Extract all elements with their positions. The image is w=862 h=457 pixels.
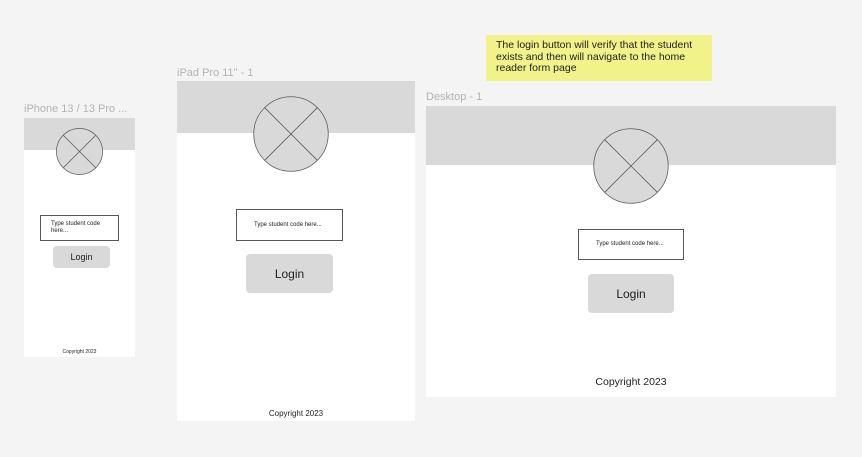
sticky-note[interactable]: The login button will verify that the st… bbox=[486, 35, 712, 81]
login-button[interactable]: Login bbox=[246, 254, 333, 293]
desktop-frame: Type student code here... Login Copyrigh… bbox=[426, 106, 836, 397]
login-button[interactable]: Login bbox=[53, 246, 110, 268]
copyright-text: Copyright 2023 bbox=[62, 349, 97, 355]
logo-placeholder-icon bbox=[593, 128, 669, 204]
student-code-input[interactable]: Type student code here... bbox=[40, 215, 119, 241]
logo-placeholder-icon bbox=[253, 96, 329, 172]
ipad-frame: Type student code here... Login Copyrigh… bbox=[177, 81, 415, 421]
logo-placeholder-icon bbox=[56, 128, 103, 175]
frame-label-ipad[interactable]: iPad Pro 11" - 1 bbox=[177, 67, 327, 80]
copyright-text: Copyright 2023 bbox=[595, 376, 667, 388]
login-button[interactable]: Login bbox=[588, 274, 674, 313]
student-code-input[interactable]: Type student code here... bbox=[578, 229, 684, 260]
frame-label-iphone[interactable]: iPhone 13 / 13 Pro ... bbox=[24, 103, 136, 116]
copyright-text: Copyright 2023 bbox=[268, 409, 324, 418]
iphone-frame: Type student code here... Login Copyrigh… bbox=[24, 118, 135, 357]
frame-label-desktop[interactable]: Desktop - 1 bbox=[426, 91, 576, 104]
student-code-input[interactable]: Type student code here... bbox=[236, 209, 343, 241]
